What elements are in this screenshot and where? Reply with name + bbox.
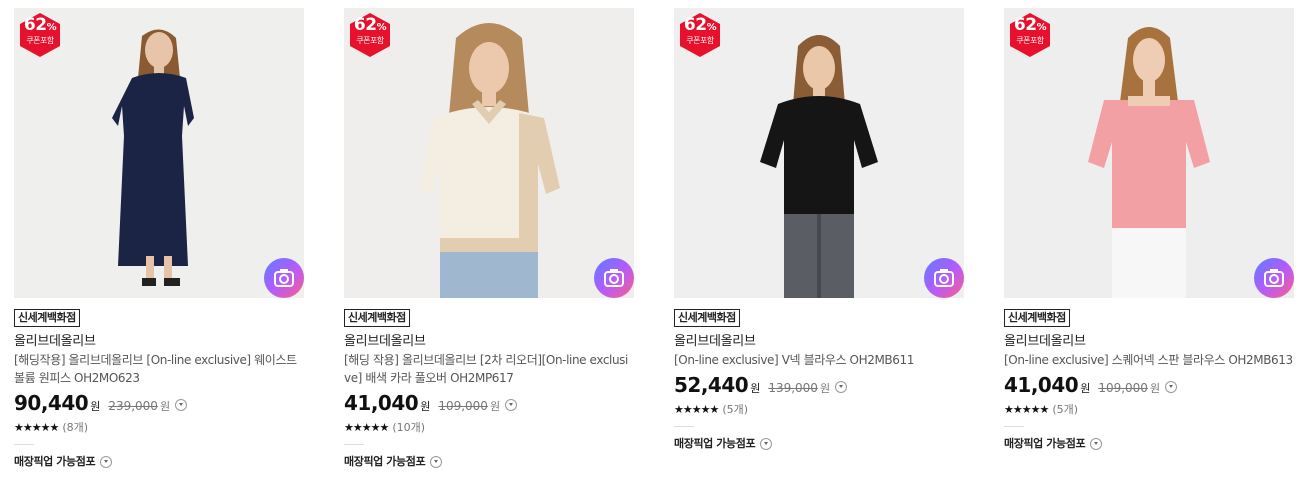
- camera-search-button[interactable]: [1254, 258, 1294, 298]
- pickup-info-icon[interactable]: [430, 456, 443, 468]
- store-tag: 신세계백화점: [1004, 309, 1070, 327]
- pickup-label[interactable]: 매장픽업 가능점포: [344, 453, 426, 469]
- sale-price: 41,040: [344, 391, 419, 415]
- currency-unit: 원: [420, 400, 431, 413]
- review-count[interactable]: (5개): [722, 401, 748, 417]
- currency-unit: 원: [489, 400, 501, 413]
- review-count[interactable]: (8개): [62, 419, 88, 435]
- camera-icon: [604, 269, 624, 287]
- rating-stars: ★★★★★: [674, 402, 719, 416]
- review-count[interactable]: (10개): [392, 419, 425, 435]
- product-image[interactable]: 62% 쿠폰포함: [344, 8, 634, 298]
- brand-name[interactable]: 올리브데올리브: [14, 333, 304, 350]
- sale-price: 52,440: [674, 373, 749, 397]
- sale-price: 41,040: [1004, 373, 1079, 397]
- rating-stars: ★★★★★: [1004, 402, 1049, 416]
- pickup-label[interactable]: 매장픽업 가능점포: [14, 453, 96, 469]
- original-price: 109,000: [438, 399, 488, 413]
- original-price: 139,000: [768, 381, 818, 395]
- discount-badge: 62% 쿠폰포함: [1008, 12, 1052, 58]
- camera-icon: [934, 269, 954, 287]
- product-name[interactable]: [On-line exclusive] 스퀘어넥 스판 블라우스 OH2MB61…: [1004, 351, 1294, 369]
- pickup-info-icon[interactable]: [760, 438, 773, 450]
- original-price: 239,000: [108, 399, 158, 413]
- brand-name[interactable]: 올리브데올리브: [1004, 333, 1294, 350]
- pickup-label[interactable]: 매장픽업 가능점포: [1004, 435, 1086, 451]
- review-count[interactable]: (5개): [1052, 401, 1078, 417]
- divider: [674, 426, 694, 427]
- rating-stars: ★★★★★: [14, 420, 59, 434]
- product-image[interactable]: 62% 쿠폰포함: [14, 8, 304, 298]
- discount-badge: 62% 쿠폰포함: [18, 12, 62, 58]
- currency-unit: 원: [159, 400, 171, 413]
- camera-search-button[interactable]: [924, 258, 964, 298]
- product-card[interactable]: 62% 쿠폰포함 신세계백화점 올리브데올리브 [On-line exclusi…: [1004, 8, 1294, 451]
- divider: [14, 444, 34, 445]
- badge-percent: 62: [1013, 15, 1037, 35]
- rating-stars: ★★★★★: [344, 420, 389, 434]
- pickup-info-icon[interactable]: [1090, 438, 1103, 450]
- badge-coupon-label: 쿠폰포함: [686, 36, 714, 45]
- price-info-icon[interactable]: [505, 399, 518, 411]
- camera-icon: [274, 269, 294, 287]
- badge-percent: 62: [353, 15, 377, 35]
- store-tag: 신세계백화점: [674, 309, 740, 327]
- brand-name[interactable]: 올리브데올리브: [344, 333, 634, 350]
- camera-search-button[interactable]: [594, 258, 634, 298]
- pickup-info-icon[interactable]: [100, 456, 113, 468]
- badge-percent: 62: [683, 15, 707, 35]
- pickup-label[interactable]: 매장픽업 가능점포: [674, 435, 756, 451]
- product-name[interactable]: [해딩작용] 올리브데올리브 [On-line exclusive] 웨이스트 …: [14, 351, 304, 387]
- price-info-icon[interactable]: [1165, 381, 1178, 393]
- store-tag: 신세계백화점: [344, 309, 410, 327]
- product-card[interactable]: 62% 쿠폰포함 신세계백화점 올리브데올리브 [해딩 작용] 올리브데올리브 …: [344, 8, 634, 469]
- product-name[interactable]: [해딩 작용] 올리브데올리브 [2차 리오더][On-line exclusi…: [344, 351, 634, 387]
- divider: [1004, 426, 1024, 427]
- badge-coupon-label: 쿠폰포함: [26, 36, 54, 45]
- product-image[interactable]: 62% 쿠폰포함: [1004, 8, 1294, 298]
- badge-coupon-label: 쿠폰포함: [356, 36, 384, 45]
- camera-icon: [1264, 269, 1284, 287]
- divider: [344, 444, 364, 445]
- original-price: 109,000: [1098, 381, 1148, 395]
- product-card[interactable]: 62% 쿠폰포함 신세계백화점 올리브데올리브 [On-line exclusi…: [674, 8, 964, 451]
- sale-price: 90,440: [14, 391, 89, 415]
- badge-percent: 62: [23, 15, 47, 35]
- product-image[interactable]: 62% 쿠폰포함: [674, 8, 964, 298]
- price-info-icon[interactable]: [175, 399, 188, 411]
- store-tag: 신세계백화점: [14, 309, 80, 327]
- discount-badge: 62% 쿠폰포함: [348, 12, 392, 58]
- brand-name[interactable]: 올리브데올리브: [674, 333, 964, 350]
- currency-unit: 원: [90, 400, 101, 413]
- product-grid: 62% 쿠폰포함 신세계백화점 올리브데올리브 [해딩작용] 올리브데올리브 […: [0, 0, 1302, 487]
- currency-unit: 원: [750, 382, 761, 395]
- product-name[interactable]: [On-line exclusive] V넥 블라우스 OH2MB611: [674, 351, 964, 369]
- currency-unit: 원: [1080, 382, 1091, 395]
- currency-unit: 원: [819, 382, 831, 395]
- camera-search-button[interactable]: [264, 258, 304, 298]
- badge-coupon-label: 쿠폰포함: [1016, 36, 1044, 45]
- currency-unit: 원: [1149, 382, 1161, 395]
- discount-badge: 62% 쿠폰포함: [678, 12, 722, 58]
- price-info-icon[interactable]: [835, 381, 848, 393]
- product-card[interactable]: 62% 쿠폰포함 신세계백화점 올리브데올리브 [해딩작용] 올리브데올리브 […: [14, 8, 304, 469]
